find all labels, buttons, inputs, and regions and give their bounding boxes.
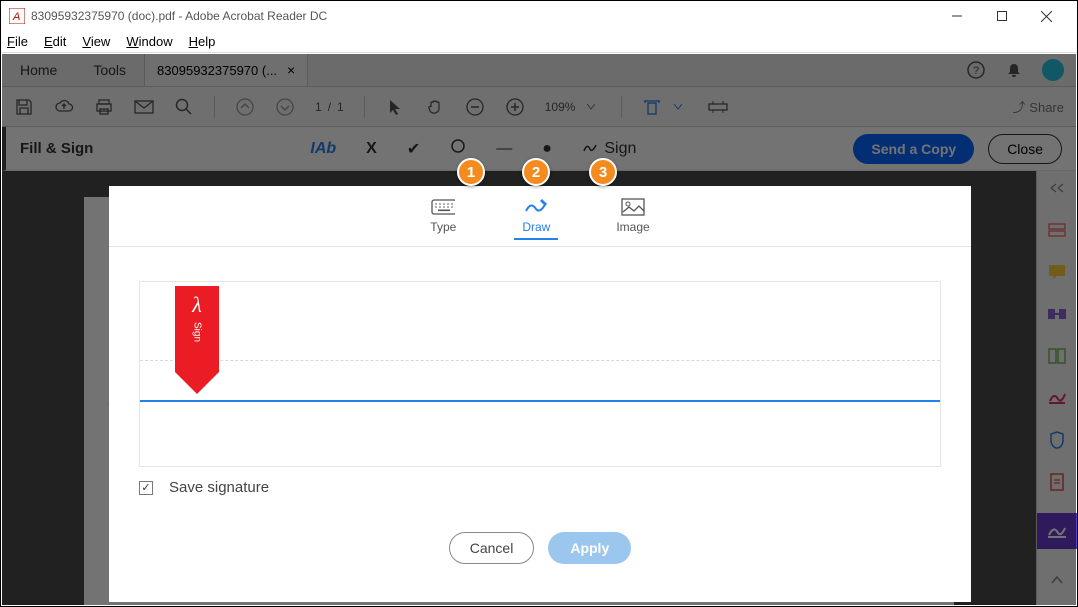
menu-edit[interactable]: Edit [44, 34, 66, 49]
minimize-button[interactable] [934, 1, 979, 31]
app-icon: A [9, 8, 25, 24]
adobe-logo-icon: λ [192, 292, 202, 318]
pointer-label: Sign [192, 322, 203, 342]
baseline [140, 400, 940, 402]
callout-badge-2: 2 [522, 158, 550, 186]
callout-badge-3: 3 [589, 158, 617, 186]
tab-type-label: Type [430, 220, 456, 234]
cancel-button[interactable]: Cancel [449, 532, 535, 564]
dialog-tabs: Type Draw Image [109, 186, 971, 247]
menu-window[interactable]: Window [126, 34, 172, 49]
signature-canvas[interactable]: λ Sign [139, 281, 941, 467]
tab-draw-label: Draw [522, 220, 550, 234]
menu-help[interactable]: Help [189, 34, 216, 49]
window-title: 83095932375970 (doc).pdf - Adobe Acrobat… [31, 9, 327, 23]
svg-text:A: A [12, 11, 20, 23]
signature-dialog: Type Draw Image λ Sign ✓ Save signature … [109, 186, 971, 602]
guide-line-dashed [140, 360, 940, 361]
draw-icon [524, 198, 548, 216]
image-icon [621, 198, 645, 216]
tab-image[interactable]: Image [608, 194, 657, 238]
save-signature-checkbox[interactable]: ✓ [139, 481, 153, 495]
maximize-button[interactable] [979, 1, 1024, 31]
tab-image-label: Image [616, 220, 649, 234]
apply-button[interactable]: Apply [548, 532, 631, 564]
keyboard-icon [431, 198, 455, 216]
window-close-button[interactable] [1024, 1, 1069, 31]
save-signature-row: ✓ Save signature [139, 479, 971, 496]
menu-view[interactable]: View [82, 34, 110, 49]
sign-here-pointer: λ Sign [175, 286, 219, 396]
tab-type[interactable]: Type [422, 194, 464, 238]
title-bar: A 83095932375970 (doc).pdf - Adobe Acrob… [1, 1, 1077, 31]
menu-bar: File Edit View Window Help [1, 31, 1077, 53]
tab-draw[interactable]: Draw [514, 194, 558, 240]
save-signature-label: Save signature [169, 479, 269, 496]
callout-badge-1: 1 [457, 158, 485, 186]
menu-file[interactable]: File [7, 34, 28, 49]
